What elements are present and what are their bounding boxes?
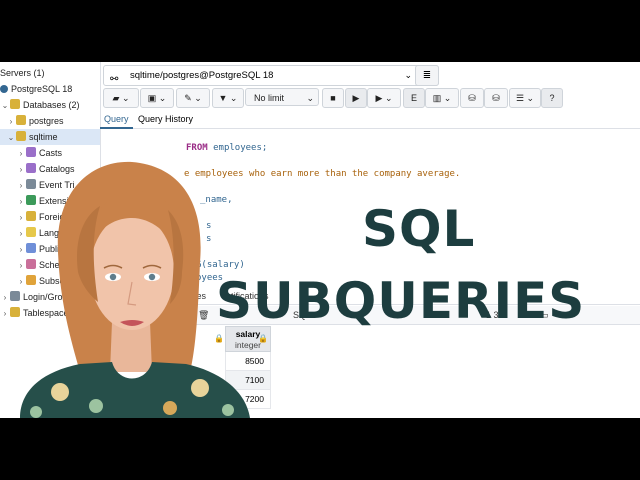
tree-item-server[interactable]: PostgreSQL 18 <box>0 81 72 97</box>
pencil-icon: ✎ ⌄ <box>184 93 202 103</box>
execute-button[interactable]: ▶ <box>345 88 367 108</box>
letterbox-bottom <box>0 418 640 480</box>
execute-options-button[interactable]: ▶ ⌄ <box>367 88 401 108</box>
help-button[interactable]: ? <box>541 88 563 108</box>
folder-icon: ▰ ⌄ <box>112 93 130 103</box>
macros-button[interactable]: ☰ ⌄ <box>509 88 541 108</box>
connection-selector[interactable]: ⚯ sqltime/postgres@PostgreSQL 18 ⌄ ≣ <box>103 65 439 86</box>
rollback-button[interactable]: ⛁ <box>484 88 508 108</box>
connection-label: sqltime/postgres@PostgreSQL 18 <box>130 70 274 81</box>
play-options-icon: ▶ ⌄ <box>375 93 393 103</box>
tree-item-servers[interactable]: Servers (1) <box>0 65 45 81</box>
tree-item-databases[interactable]: ⌄ Databases (2) <box>0 97 80 113</box>
database-stack-icon[interactable]: ≣ <box>415 65 439 86</box>
chart-icon: ▥ ⌄ <box>432 93 452 103</box>
explain-icon: E <box>410 93 417 103</box>
stop-button[interactable]: ■ <box>322 88 344 108</box>
filter-button[interactable]: ▼ ⌄ <box>212 88 244 108</box>
limit-select[interactable]: No limit ⌄ <box>245 88 319 106</box>
filter-icon: ▼ ⌄ <box>218 93 238 103</box>
tree-label: Servers (1) <box>0 68 45 78</box>
connection-icon: ⚯ <box>110 74 119 85</box>
rollback-icon: ⛁ <box>492 93 500 103</box>
commit-button[interactable]: ⛁ <box>460 88 484 108</box>
limit-label: No limit <box>254 93 285 103</box>
title-line-1: SQL <box>362 200 476 258</box>
database-icon <box>10 99 20 109</box>
pgadmin-window: Servers (1) PostgreSQL 18 ⌄ Databases (2)… <box>0 62 640 418</box>
open-file-button[interactable]: ▰ ⌄ <box>103 88 139 108</box>
list-icon: ☰ ⌄ <box>515 93 535 103</box>
play-icon: ▶ <box>352 93 360 103</box>
tree-label: Databases (2) <box>23 100 80 110</box>
tree-label: PostgreSQL 18 <box>11 84 73 94</box>
chevron-down-icon[interactable]: ⌄ <box>0 98 10 114</box>
chevron-down-icon: ⌄ <box>404 70 412 80</box>
postgres-elephant-icon <box>0 85 8 93</box>
save-icon: ▣ ⌄ <box>147 93 167 103</box>
letterbox-top <box>0 0 640 62</box>
save-button[interactable]: ▣ ⌄ <box>140 88 174 108</box>
explain-button[interactable]: E <box>403 88 425 108</box>
commit-icon: ⛁ <box>468 93 476 103</box>
title-line-2: SUBQUERIES <box>216 272 586 330</box>
stop-icon: ■ <box>330 93 336 103</box>
chevron-down-icon: ⌄ <box>306 93 314 103</box>
presenter-photo <box>20 161 250 418</box>
edit-button[interactable]: ✎ ⌄ <box>176 88 210 108</box>
explain-analyze-button[interactable]: ▥ ⌄ <box>425 88 459 108</box>
help-icon: ? <box>549 93 555 103</box>
